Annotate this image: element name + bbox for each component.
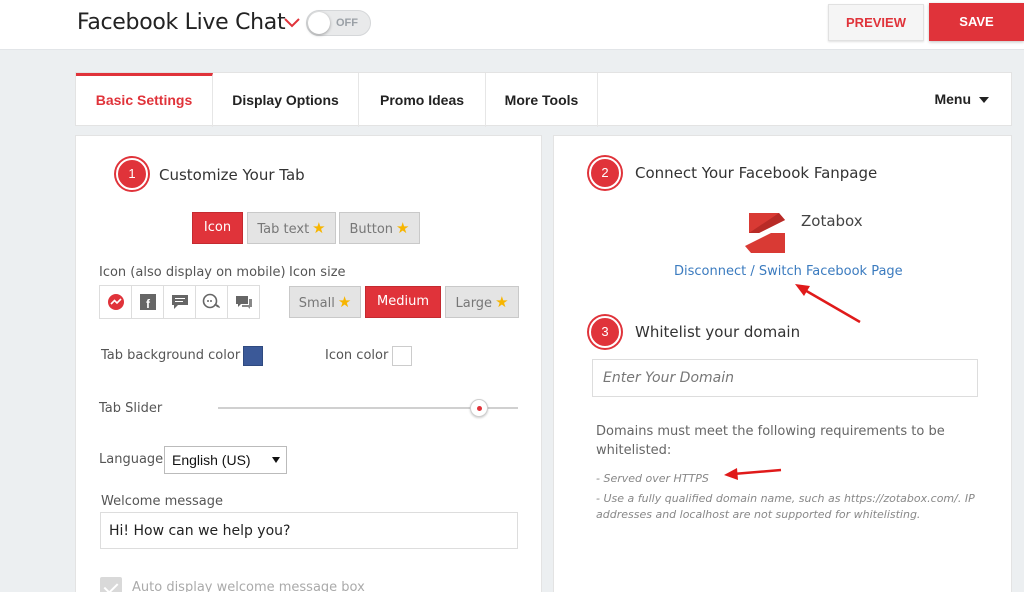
icon-size-label: Icon size [289, 265, 346, 280]
menu-dropdown[interactable]: Menu [934, 91, 989, 107]
tab-type-button-label: Button [349, 222, 394, 237]
zotabox-logo [745, 213, 785, 253]
tab-type-button-button[interactable]: Button ★ [339, 212, 420, 244]
welcome-message-label: Welcome message [101, 494, 224, 509]
chevron-down-icon[interactable] [283, 14, 301, 32]
tab-more-tools[interactable]: More Tools [486, 73, 598, 127]
tab-promo-ideas[interactable]: Promo Ideas [359, 73, 486, 127]
facebook-icon[interactable]: f [132, 286, 164, 318]
language-label: Language [99, 452, 164, 467]
icon-size-large-button[interactable]: Large ★ [445, 286, 519, 318]
messenger-icon[interactable] [100, 286, 132, 318]
star-icon: ★ [312, 219, 326, 237]
icon-picker: f [99, 285, 260, 319]
fanpage-name: Zotabox [801, 212, 863, 230]
tab-basic-settings[interactable]: Basic Settings [76, 73, 213, 127]
icon-color-label: Icon color [325, 348, 389, 363]
step-badge-1: 1 [116, 158, 148, 190]
tab-type-icon-button[interactable]: Icon [192, 212, 243, 244]
dropdown-arrow-icon [272, 457, 280, 463]
menu-label: Menu [934, 91, 971, 107]
icon-size-small-button[interactable]: Small ★ [289, 286, 361, 318]
step-badge-3: 3 [589, 316, 621, 348]
enable-toggle[interactable]: OFF [306, 10, 371, 36]
app-title: Facebook Live Chat [77, 10, 286, 35]
domain-input[interactable]: Enter Your Domain [592, 359, 978, 397]
toggle-knob [308, 12, 330, 34]
welcome-message-input[interactable]: Hi! How can we help you? [100, 512, 518, 549]
preview-button[interactable]: PREVIEW [828, 4, 924, 41]
icon-size-large-label: Large [455, 296, 493, 311]
star-icon: ★ [337, 293, 352, 311]
requirement-fqdn: - Use a fully qualified domain name, suc… [596, 492, 975, 521]
customize-tab-title: Customize Your Tab [159, 166, 305, 184]
settings-tabs: Basic Settings Display Options Promo Ide… [75, 72, 1012, 127]
tab-type-text-label: Tab text [257, 222, 310, 237]
step-badge-2: 2 [589, 157, 621, 189]
icon-size-medium-button[interactable]: Medium [365, 286, 441, 318]
tab-slider-thumb[interactable] [470, 399, 488, 417]
toggle-state-label: OFF [336, 17, 358, 29]
disconnect-link[interactable]: Disconnect / Switch Facebook Page [674, 264, 903, 279]
auto-display-label: Auto display welcome message box [132, 580, 365, 592]
chat-bubble-icon[interactable] [164, 286, 196, 318]
top-bar: Facebook Live Chat OFF PREVIEW SAVE [0, 0, 1024, 50]
whitelist-domain-title: Whitelist your domain [635, 323, 801, 341]
tab-slider-label: Tab Slider [99, 401, 163, 416]
language-value: English (US) [172, 452, 251, 468]
message-icon[interactable] [228, 286, 260, 318]
icon-color-swatch[interactable] [392, 346, 412, 366]
language-select[interactable]: English (US) [164, 446, 287, 474]
icon-size-small-label: Small [298, 296, 335, 311]
auto-display-checkbox[interactable] [100, 577, 122, 592]
star-icon: ★ [495, 293, 509, 311]
icon-label: Icon (also display on mobile) [99, 265, 286, 280]
save-button[interactable]: SAVE [929, 3, 1024, 41]
domain-requirements-text: Domains must meet the following requirem… [596, 424, 945, 458]
caret-down-icon [979, 97, 989, 104]
tab-type-text-button[interactable]: Tab text ★ [247, 212, 336, 244]
requirement-https: - Served over HTTPS [596, 472, 709, 485]
connect-fanpage-title: Connect Your Facebook Fanpage [635, 164, 878, 182]
tab-display-options[interactable]: Display Options [213, 73, 359, 127]
chat-bubbles-icon[interactable] [196, 286, 228, 318]
tab-background-color-swatch[interactable] [243, 346, 263, 366]
tab-background-color-label: Tab background color [101, 348, 241, 363]
star-icon: ★ [396, 219, 410, 237]
